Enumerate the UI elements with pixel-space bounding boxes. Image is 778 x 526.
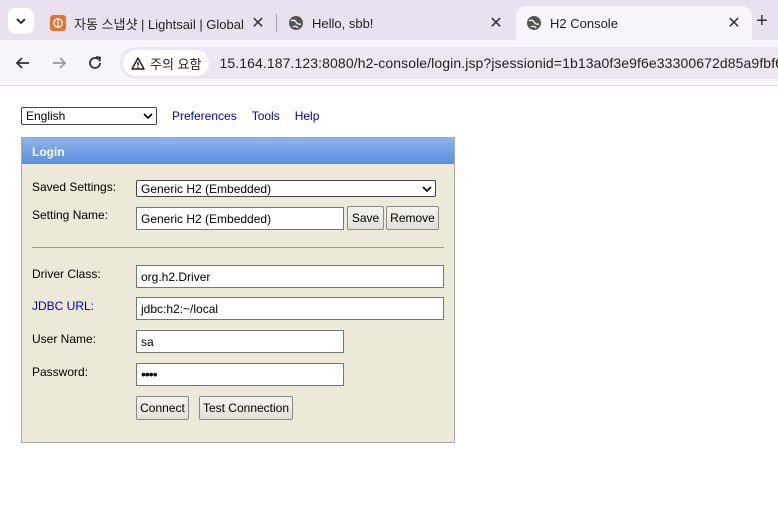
login-panel: Login Saved Settings: Generic H2 (Embedd… bbox=[21, 137, 455, 443]
tab-h2-console[interactable]: H2 Console ✕ bbox=[516, 6, 752, 40]
tab-hello-sbb[interactable]: Hello, sbb! ✕ bbox=[278, 6, 514, 40]
password-label: Password: bbox=[32, 365, 89, 379]
jdbc-url-link[interactable]: JDBC URL: bbox=[32, 299, 94, 313]
lightsail-favicon-icon bbox=[50, 15, 66, 31]
tab-lightsail[interactable]: 자동 스냅샷 | Lightsail | Global ✕ bbox=[40, 6, 276, 40]
jdbc-url-input[interactable]: jdbc:h2:~/local bbox=[136, 297, 444, 320]
section-divider bbox=[32, 247, 444, 248]
back-button[interactable] bbox=[11, 51, 35, 75]
tab-search-button[interactable] bbox=[8, 8, 34, 34]
saved-settings-select[interactable]: Generic H2 (Embedded) bbox=[136, 180, 436, 197]
arrow-left-icon bbox=[15, 57, 29, 69]
browser-tab-strip: 자동 스냅샷 | Lightsail | Global ✕ Hello, sbb… bbox=[0, 0, 778, 40]
language-value: English bbox=[26, 109, 66, 123]
chevron-down-icon bbox=[16, 18, 26, 25]
driver-class-input[interactable]: org.h2.Driver bbox=[136, 265, 444, 288]
page-content: English Preferences Tools Help Login Sav… bbox=[0, 87, 778, 526]
security-warning-chip[interactable]: 주의 요함 bbox=[123, 50, 210, 76]
reload-button[interactable] bbox=[83, 51, 107, 75]
close-icon[interactable]: ✕ bbox=[486, 13, 506, 33]
login-header: Login bbox=[22, 138, 454, 164]
url-text[interactable]: 15.164.187.123:8080/h2-console/login.jsp… bbox=[219, 55, 778, 71]
user-name-label: User Name: bbox=[32, 332, 97, 346]
preferences-link[interactable]: Preferences bbox=[172, 109, 237, 123]
new-tab-plus-icon[interactable]: + bbox=[756, 10, 768, 33]
warning-triangle-icon bbox=[131, 56, 145, 70]
security-chip-label: 주의 요함 bbox=[150, 56, 202, 72]
tab-separator bbox=[276, 14, 277, 32]
browser-toolbar: 주의 요함 15.164.187.123:8080/h2-console/log… bbox=[0, 40, 778, 86]
arrow-right-icon bbox=[53, 57, 67, 69]
globe-icon bbox=[527, 16, 541, 30]
save-button[interactable]: Save bbox=[347, 206, 384, 230]
tab-title: 자동 스냅샷 | Lightsail | Global bbox=[74, 16, 244, 32]
chevron-down-icon bbox=[422, 186, 432, 193]
chevron-down-icon bbox=[143, 113, 153, 120]
tab-title: Hello, sbb! bbox=[312, 15, 374, 31]
connect-button[interactable]: Connect bbox=[136, 396, 189, 420]
forward-button[interactable] bbox=[47, 51, 71, 75]
reload-icon bbox=[89, 56, 102, 69]
language-select[interactable]: English bbox=[21, 107, 157, 125]
help-link[interactable]: Help bbox=[295, 109, 320, 123]
setting-name-input[interactable]: Generic H2 (Embedded) bbox=[136, 207, 344, 230]
close-icon[interactable]: ✕ bbox=[724, 13, 744, 33]
close-icon[interactable]: ✕ bbox=[248, 13, 268, 33]
top-bar: English Preferences Tools Help bbox=[21, 107, 319, 125]
saved-settings-value: Generic H2 (Embedded) bbox=[141, 182, 272, 196]
tab-title: H2 Console bbox=[550, 15, 618, 31]
test-connection-button[interactable]: Test Connection bbox=[199, 396, 293, 420]
globe-icon bbox=[289, 16, 303, 30]
password-input[interactable]: •••• bbox=[136, 363, 344, 386]
tools-link[interactable]: Tools bbox=[252, 109, 280, 123]
remove-button[interactable]: Remove bbox=[386, 206, 439, 230]
saved-settings-label: Saved Settings: bbox=[32, 180, 117, 194]
user-name-input[interactable]: sa bbox=[136, 330, 344, 353]
address-bar[interactable]: 주의 요함 15.164.187.123:8080/h2-console/log… bbox=[120, 47, 778, 79]
setting-name-label: Setting Name: bbox=[32, 208, 109, 222]
driver-class-label: Driver Class: bbox=[32, 267, 101, 281]
